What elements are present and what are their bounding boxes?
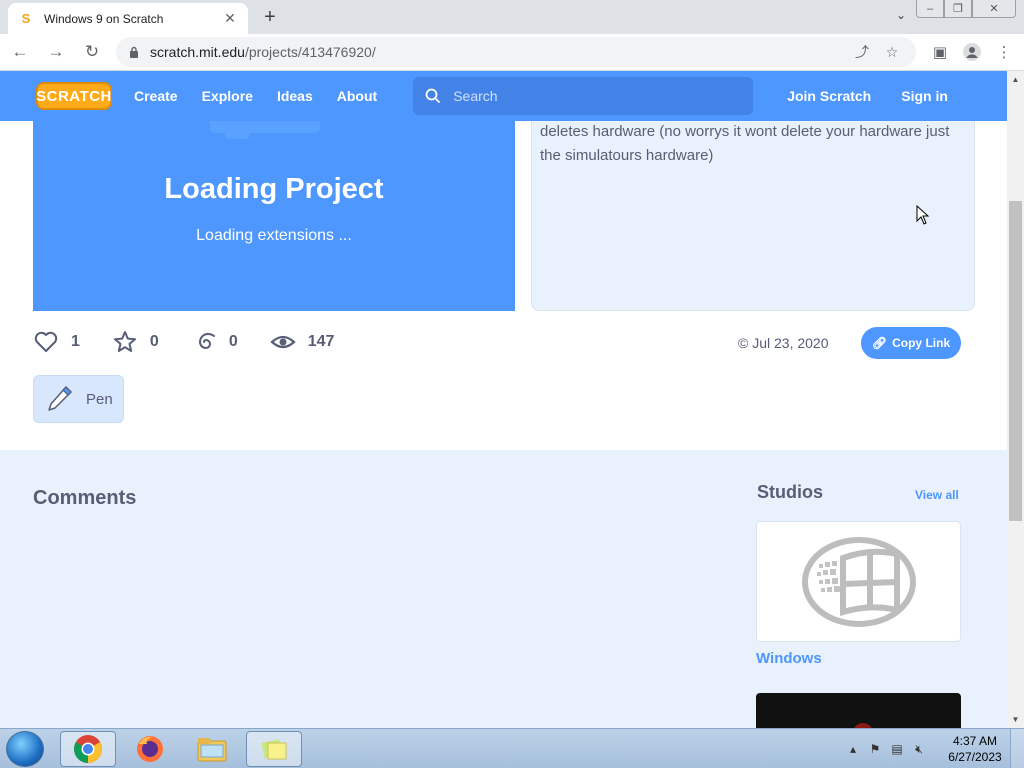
- eye-icon: [270, 335, 296, 349]
- taskbar-clock[interactable]: 4:37 AM 6/27/2023: [944, 733, 1006, 765]
- url-path: /projects/413476920/: [244, 44, 376, 60]
- clock-date: 6/27/2023: [948, 750, 1002, 764]
- loading-graphic-tab: [225, 133, 249, 139]
- scroll-up-arrow-icon[interactable]: ▲: [1007, 71, 1024, 88]
- clock-time: 4:37 AM: [952, 734, 998, 748]
- scratch-logo[interactable]: SCRATCH: [36, 82, 112, 110]
- windows-logo-icon: [801, 536, 916, 627]
- url-host: scratch.mit.edu: [150, 44, 245, 60]
- search-input[interactable]: Search: [413, 77, 754, 115]
- studio-thumbnail-2[interactable]: [756, 693, 961, 728]
- window-controls: – ❐ ✕: [916, 0, 1016, 18]
- pen-icon: [48, 386, 72, 411]
- network-icon[interactable]: ▤: [886, 742, 908, 756]
- start-button[interactable]: [6, 731, 44, 767]
- chrome-icon: [74, 735, 102, 763]
- browser-toolbar: ← → ↻ scratch.mit.edu/projects/413476920…: [0, 34, 1024, 71]
- remix-spiral-icon: [198, 332, 215, 350]
- star-icon: [113, 331, 136, 352]
- favorite-stat[interactable]: 0: [112, 329, 159, 355]
- search-icon: [425, 88, 441, 104]
- love-count: 1: [71, 333, 80, 350]
- search-placeholder: Search: [453, 88, 498, 104]
- favorite-count: 0: [149, 333, 159, 350]
- scroll-down-arrow-icon[interactable]: ▼: [1007, 711, 1024, 728]
- bookmark-star-icon[interactable]: ☆: [880, 44, 904, 61]
- remix-count: 0: [228, 333, 238, 350]
- taskbar-chrome[interactable]: [60, 731, 116, 767]
- view-stat: 147: [270, 329, 335, 355]
- page-scrollbar[interactable]: ▲ ▼: [1007, 71, 1024, 728]
- copy-link-button[interactable]: 🔗︎ Copy Link: [861, 327, 961, 359]
- lock-icon: [130, 46, 138, 58]
- pen-extension-tag: Pen: [33, 375, 124, 423]
- link-icon: 🔗︎: [871, 336, 888, 350]
- studio-name-link[interactable]: Windows: [756, 650, 822, 667]
- scratch-favicon-icon: S: [21, 10, 31, 26]
- windows-taskbar: ▴ ⚑ ▤ 🔇︎ 4:37 AM 6/27/2023: [0, 728, 1024, 768]
- project-stats: 1 0 0 147: [33, 329, 366, 355]
- side-panel-icon[interactable]: ▣: [924, 36, 956, 68]
- taskbar-sticky-notes[interactable]: [246, 731, 302, 767]
- nav-ideas-link[interactable]: Ideas: [277, 88, 313, 104]
- view-count: 147: [307, 333, 335, 350]
- tab-search-chevron-icon[interactable]: ⌄: [896, 8, 906, 22]
- nav-about-link[interactable]: About: [337, 88, 377, 104]
- share-icon[interactable]: ⤴: [850, 42, 874, 62]
- back-arrow-icon[interactable]: ←: [4, 36, 36, 68]
- sticky-notes-icon: [261, 739, 287, 760]
- folder-icon: [197, 738, 227, 762]
- project-stage[interactable]: Loading Project Loading extensions ...: [33, 121, 515, 311]
- share-date: © Jul 23, 2020: [738, 335, 829, 351]
- profile-avatar-icon[interactable]: [956, 36, 988, 68]
- minimize-button[interactable]: –: [916, 0, 944, 18]
- new-tab-button[interactable]: +: [258, 6, 282, 30]
- show-desktop-button[interactable]: [1010, 729, 1024, 768]
- scroll-thumb[interactable]: [1009, 201, 1022, 521]
- sign-in-link[interactable]: Sign in: [901, 88, 948, 104]
- nav-create-link[interactable]: Create: [134, 88, 178, 104]
- studios-heading: Studios: [757, 482, 823, 502]
- pen-extension-label: Pen: [86, 390, 113, 408]
- mouse-cursor-icon: [916, 205, 930, 225]
- join-scratch-link[interactable]: Join Scratch: [787, 88, 871, 104]
- comments-heading: Comments: [33, 487, 137, 509]
- view-all-studios-link[interactable]: View all: [915, 488, 959, 502]
- taskbar-firefox[interactable]: [122, 731, 178, 767]
- close-window-button[interactable]: ✕: [972, 0, 1016, 18]
- address-bar[interactable]: scratch.mit.edu/projects/413476920/ ⤴ ☆: [116, 37, 916, 67]
- nav-explore-link[interactable]: Explore: [202, 88, 253, 104]
- copy-link-label: Copy Link: [892, 336, 951, 350]
- browser-tab[interactable]: S Windows 9 on Scratch ✕: [8, 3, 248, 34]
- tray-expand-icon[interactable]: ▴: [842, 742, 864, 756]
- loading-subtitle: Loading extensions ...: [196, 227, 352, 244]
- url-text: scratch.mit.edu/projects/413476920/: [150, 44, 844, 60]
- remix-stat: 0: [191, 329, 238, 355]
- system-tray: ▴ ⚑ ▤ 🔇︎: [842, 729, 930, 768]
- volume-muted-icon[interactable]: 🔇︎: [908, 742, 930, 757]
- tab-title: Windows 9 on Scratch: [44, 11, 164, 26]
- studio-thumbnail[interactable]: [756, 521, 961, 642]
- browser-menu-icon[interactable]: ⋮: [988, 36, 1020, 68]
- project-page: Loading Project Loading extensions ... d…: [0, 121, 1007, 728]
- restore-button[interactable]: ❐: [944, 0, 972, 18]
- browser-tab-strip: S Windows 9 on Scratch ✕ + ⌄ – ❐ ✕: [0, 0, 1024, 34]
- reload-icon[interactable]: ↻: [76, 36, 108, 68]
- loading-title: Loading Project: [164, 173, 384, 205]
- love-stat[interactable]: 1: [33, 329, 80, 355]
- close-tab-icon[interactable]: ✕: [222, 10, 238, 27]
- scratch-navbar: SCRATCH Create Explore Ideas About Searc…: [0, 71, 1007, 121]
- loading-graphic: [210, 121, 320, 133]
- firefox-icon: [137, 736, 163, 762]
- project-notes: deletes hardware (no worrys it wont dele…: [531, 121, 975, 311]
- heart-icon: [34, 331, 58, 352]
- taskbar-explorer[interactable]: [184, 731, 240, 767]
- forward-arrow-icon[interactable]: →: [40, 36, 72, 68]
- action-center-flag-icon[interactable]: ⚑: [864, 742, 886, 756]
- notes-text: deletes hardware (no worrys it wont dele…: [540, 123, 950, 164]
